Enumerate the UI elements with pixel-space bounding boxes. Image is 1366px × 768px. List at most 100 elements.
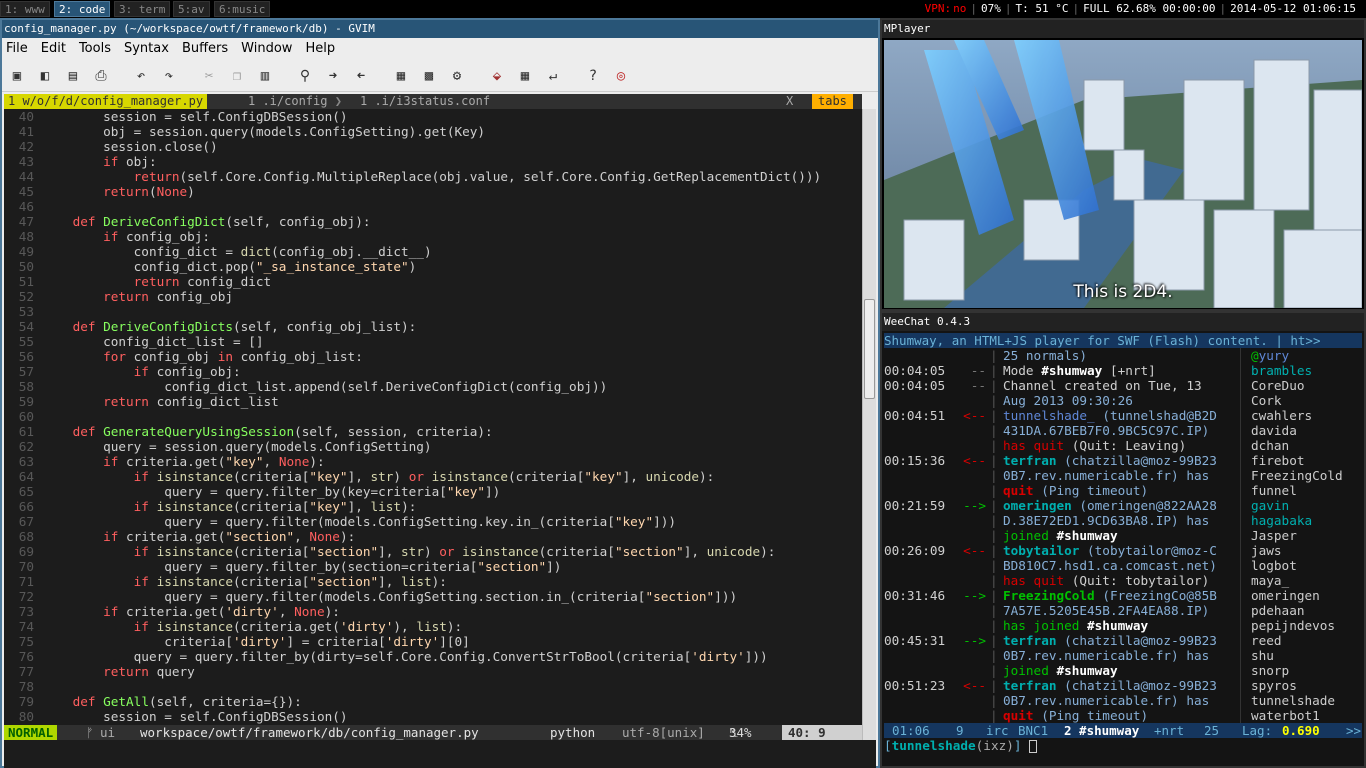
menu-file[interactable]: File [6,41,28,56]
code-line[interactable]: 61 def GenerateQueryUsingSession(self, s… [4,424,862,439]
code-line[interactable]: 50 config_dict.pop("_sa_instance_state") [4,259,862,274]
menu-tools[interactable]: Tools [79,41,111,56]
code-line[interactable]: 79 def GetAll(self, criteria={}): [4,694,862,709]
nick-item[interactable]: funnel [1251,483,1360,498]
nick-list[interactable]: @yury brambles CoreDuo Cork cwahlers davida dc… [1240,348,1360,723]
nick-item[interactable]: snorp [1251,663,1360,678]
code-line[interactable]: 75 criteria['dirty'] = criteria['dirty']… [4,634,862,649]
code-line[interactable]: 65 query = query.filter_by(key=criteria[… [4,484,862,499]
video-frame[interactable]: This is 2D4. [884,40,1362,308]
nick-item[interactable]: firebot [1251,453,1360,468]
redo-icon[interactable]: ↷ [160,67,178,85]
input-line[interactable]: [tunnelshade(ixz)] [884,738,1362,753]
code-line[interactable]: 74 if isinstance(criteria.get('dirty'), … [4,619,862,634]
code-line[interactable]: 45 return(None) [4,184,862,199]
tab-i3-config[interactable]: 1 .i/config ❯ [244,94,346,109]
nick-item[interactable]: reed [1251,633,1360,648]
nick-item[interactable]: tunnelshade [1251,693,1360,708]
code-line[interactable]: 71 if isinstance(criteria["section"], li… [4,574,862,589]
code-line[interactable]: 80 session = self.ConfigDBSession() [4,709,862,724]
undo-icon[interactable]: ↶ [132,67,150,85]
code-line[interactable]: 49 config_dict = dict(config_obj.__dict_… [4,244,862,259]
nick-item[interactable]: spyros [1251,678,1360,693]
nick-item[interactable]: CoreDuo [1251,378,1360,393]
tab-close-button[interactable]: X [782,94,797,109]
menu-help[interactable]: Help [305,41,335,56]
workspace-5[interactable]: 5:av [173,1,210,17]
cut-icon[interactable]: ✂ [200,67,218,85]
code-line[interactable]: 68 if criteria.get("section", None): [4,529,862,544]
open-icon[interactable]: ▣ [8,67,26,85]
run-script-icon[interactable]: ⚙ [448,67,466,85]
code-line[interactable]: 56 for config_obj in config_obj_list: [4,349,862,364]
code-editor[interactable]: 40 session = self.ConfigDBSession() 41 ob… [4,109,862,725]
save-session-icon[interactable]: ▩ [420,67,438,85]
nick-item[interactable]: logbot [1251,558,1360,573]
code-line[interactable]: 41 obj = session.query(models.ConfigSett… [4,124,862,139]
workspace-3[interactable]: 3: term [114,1,171,17]
code-line[interactable]: 52 return config_obj [4,289,862,304]
code-line[interactable]: 72 query = query.filter(models.ConfigSet… [4,589,862,604]
load-session-icon[interactable]: ▦ [392,67,410,85]
code-line[interactable]: 70 query = query.filter_by(section=crite… [4,559,862,574]
code-line[interactable]: 54 def DeriveConfigDicts(self, config_ob… [4,319,862,334]
menu-buffers[interactable]: Buffers [182,41,228,56]
copy-icon[interactable]: ❐ [228,67,246,85]
menu-edit[interactable]: Edit [41,41,66,56]
nick-item[interactable]: hagabaka [1251,513,1360,528]
menu-syntax[interactable]: Syntax [124,41,169,56]
code-line[interactable]: 69 if isinstance(criteria["section"], st… [4,544,862,559]
open-session-icon[interactable]: ◧ [36,67,54,85]
scroll-thumb[interactable] [864,299,875,399]
nick-item[interactable]: pdehaan [1251,603,1360,618]
save-icon[interactable]: ▤ [64,67,82,85]
nick-item[interactable]: @yury [1251,348,1360,363]
vertical-scrollbar[interactable] [862,109,876,740]
print-icon[interactable]: ⎙ [92,67,110,85]
code-line[interactable]: 62 query = session.query(models.ConfigSe… [4,439,862,454]
code-line[interactable]: 78 [4,679,862,694]
workspace-2[interactable]: 2: code [54,1,111,17]
nick-item[interactable]: gavin [1251,498,1360,513]
code-line[interactable]: 64 if isinstance(criteria["key"], str) o… [4,469,862,484]
nick-item[interactable]: jaws [1251,543,1360,558]
nick-item[interactable]: brambles [1251,363,1360,378]
tab-config-manager[interactable]: 1 w/o/f/d/config_manager.py [4,94,208,109]
code-line[interactable]: 55 config_dict_list = [] [4,334,862,349]
nick-item[interactable]: davida [1251,423,1360,438]
shell-icon[interactable]: ▦ [516,67,534,85]
code-line[interactable]: 63 if criteria.get("key", None): [4,454,862,469]
help-icon[interactable]: ? [584,67,602,85]
find-prev-icon[interactable]: ➜ [352,67,370,85]
nick-item[interactable]: cwahlers [1251,408,1360,423]
code-line[interactable]: 46 [4,199,862,214]
code-line[interactable]: 76 query = query.filter_by(dirty=self.Co… [4,649,862,664]
code-line[interactable]: 59 return config_dict_list [4,394,862,409]
tags-icon[interactable]: ↵ [544,67,562,85]
code-line[interactable]: 43 if obj: [4,154,862,169]
code-line[interactable]: 66 if isinstance(criteria["key"], list): [4,499,862,514]
nick-item[interactable]: omeringen [1251,588,1360,603]
nick-item[interactable]: maya_ [1251,573,1360,588]
find-next-icon[interactable]: ➜ [324,67,342,85]
code-line[interactable]: 60 [4,409,862,424]
chat-buffer[interactable]: | 25 normals) 00:04:05 -- | Mode #shumway [+n… [884,348,1240,723]
code-line[interactable]: 42 session.close() [4,139,862,154]
nick-item[interactable]: waterbot1 [1251,708,1360,723]
code-line[interactable]: 47 def DeriveConfigDict(self, config_obj… [4,214,862,229]
workspace-1[interactable]: 1: www [0,1,50,17]
code-line[interactable]: 73 if criteria.get('dirty', None): [4,604,862,619]
code-line[interactable]: 67 query = query.filter(models.ConfigSet… [4,514,862,529]
tab-i3status-conf[interactable]: 1 .i/i3status.conf [356,94,494,109]
nick-item[interactable]: FreezingCold [1251,468,1360,483]
command-line[interactable] [4,740,876,768]
code-line[interactable]: 48 if config_obj: [4,229,862,244]
code-line[interactable]: 40 session = self.ConfigDBSession() [4,109,862,124]
code-line[interactable]: 53 [4,304,862,319]
nick-item[interactable]: shu [1251,648,1360,663]
workspace-6[interactable]: 6:music [214,1,271,17]
menu-window[interactable]: Window [241,41,292,56]
nick-item[interactable]: Cork [1251,393,1360,408]
code-line[interactable]: 77 return query [4,664,862,679]
find-icon[interactable]: ⚲ [296,67,314,85]
